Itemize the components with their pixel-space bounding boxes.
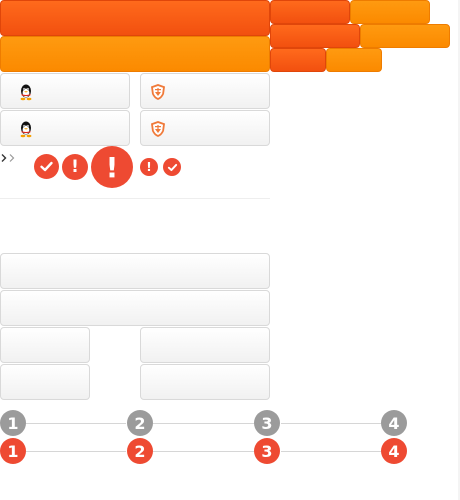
small-button-orange-1[interactable] [350,0,430,24]
primary-button-orange[interactable] [0,36,270,72]
small-input-1[interactable] [0,327,90,363]
chevron-right-icon [1,153,17,166]
step-connector [26,423,126,424]
step-2-active[interactable]: 2 [127,438,153,464]
divider [0,198,270,199]
step-1-active[interactable]: 1 [0,438,26,464]
shield-login-button[interactable] [140,73,270,109]
check-icon-small [163,158,181,176]
small-input-3[interactable] [0,364,90,400]
qq-login-button-alt[interactable] [0,110,130,146]
step-4-inactive[interactable]: 4 [381,410,407,436]
step-1-inactive[interactable]: 1 [0,410,26,436]
exclamation-icon-small: ! [140,158,158,176]
qq-penguin-icon [20,84,32,101]
small-input-4[interactable] [140,364,270,400]
small-button-red-1[interactable] [270,0,350,24]
small-button-orange-3[interactable] [326,48,382,72]
small-button-orange-2[interactable] [360,24,450,48]
step-connector [281,451,381,452]
primary-button-red[interactable] [0,0,270,36]
step-3-active[interactable]: 3 [254,438,280,464]
shield-logo-icon [151,121,165,137]
small-button-red-2[interactable] [270,24,360,48]
exclamation-icon: ! [62,154,88,180]
step-connector [153,451,254,452]
step-connector [153,423,254,424]
step-2-inactive[interactable]: 2 [127,410,153,436]
small-input-2[interactable] [140,327,270,363]
small-button-red-3[interactable] [270,48,326,72]
qq-penguin-icon [20,121,32,138]
text-input-1[interactable] [0,253,270,289]
step-connector [26,451,126,452]
shield-logo-icon [151,84,165,100]
shield-login-button-alt[interactable] [140,110,270,146]
step-connector [281,423,381,424]
step-4-active[interactable]: 4 [381,438,407,464]
check-icon [34,154,59,179]
text-input-2[interactable] [0,290,270,326]
exclamation-icon-large: ! [91,146,133,188]
step-3-inactive[interactable]: 3 [254,410,280,436]
qq-login-button[interactable] [0,73,130,109]
